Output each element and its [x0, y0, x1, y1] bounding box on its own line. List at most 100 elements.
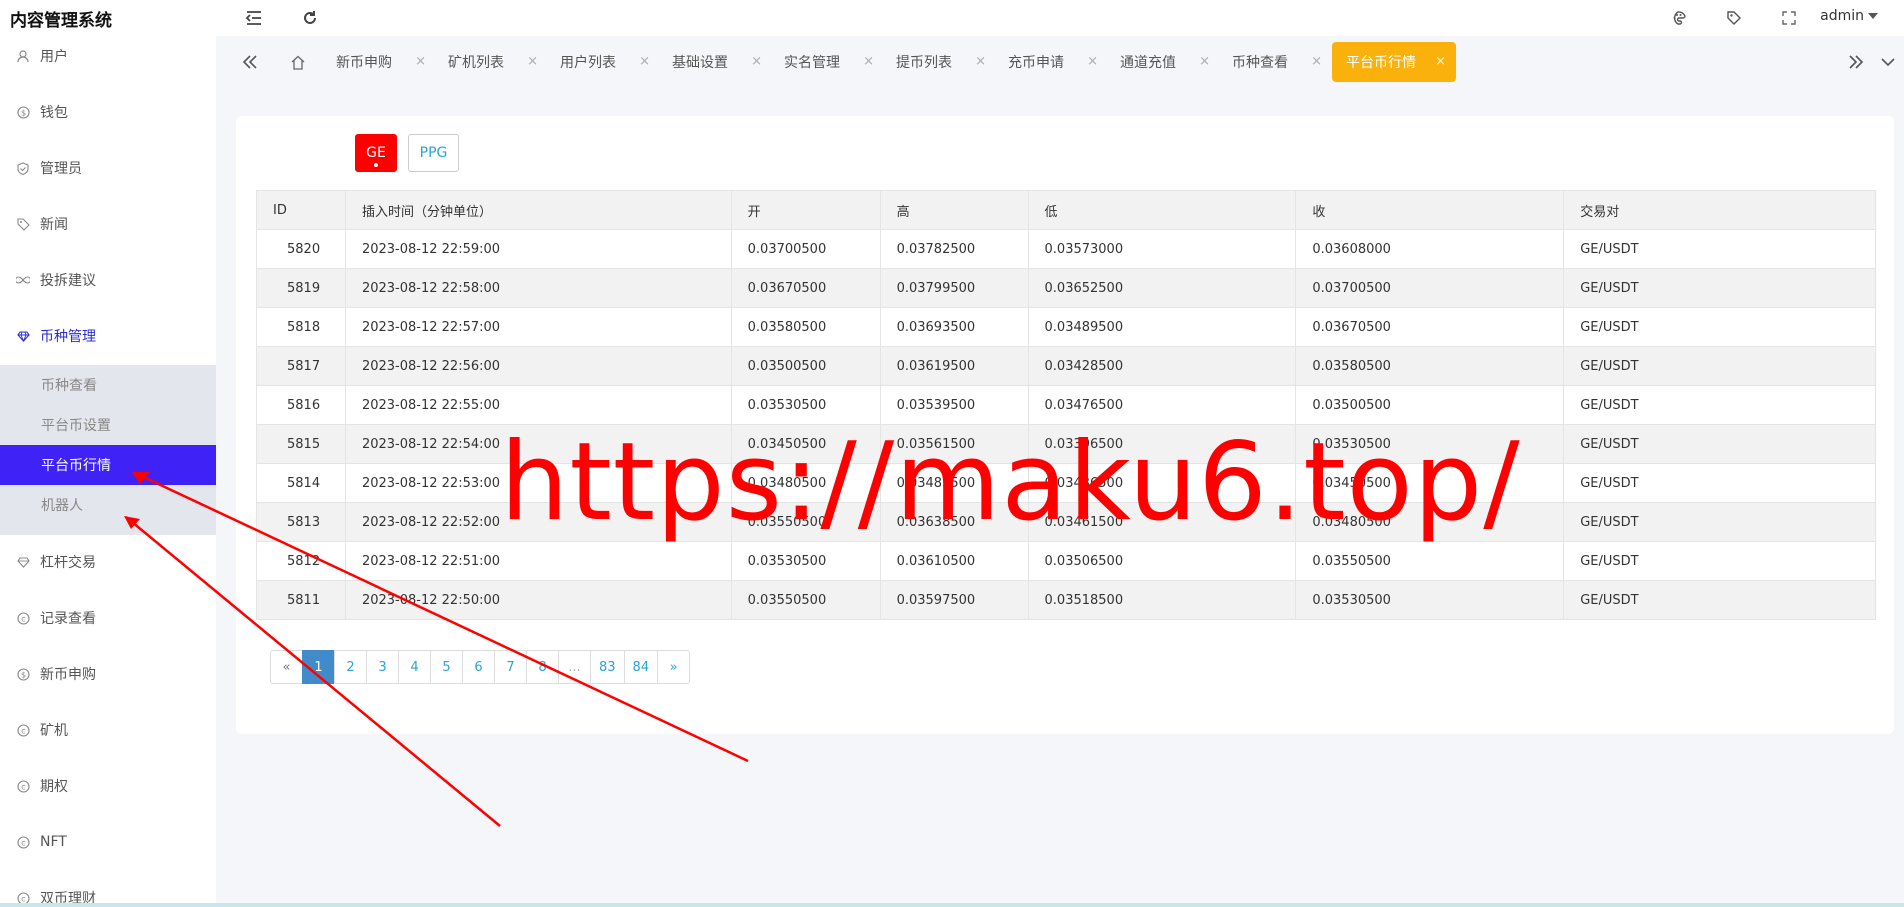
table-cell: 0.03539500	[879, 385, 1029, 425]
sidebar-subitem-label: 币种查看	[41, 378, 97, 394]
close-icon[interactable]: ×	[1311, 54, 1322, 69]
sidebar-subitem-platform-coin-market[interactable]: 平台币行情	[0, 445, 216, 485]
table-cell: 0.03530500	[730, 541, 881, 581]
page-next-button[interactable]: »	[657, 650, 691, 684]
sidebar-subitem-coin-view[interactable]: 币种查看	[0, 365, 216, 405]
table-cell: 2023-08-12 22:58:00	[344, 268, 732, 308]
table-cell: 0.03506500	[1027, 541, 1297, 581]
sidebar-item-options[interactable]: c 期权	[0, 766, 216, 806]
sidebar-item-label: 矿机	[40, 723, 68, 739]
sidebar-item-wallet[interactable]: $ 钱包	[0, 92, 216, 132]
close-icon[interactable]: ×	[1199, 54, 1210, 69]
sidebar-item-miner[interactable]: c 矿机	[0, 710, 216, 750]
page-button[interactable]: 83	[590, 650, 625, 684]
sidebar-item-label: 新币申购	[40, 667, 96, 683]
svg-text:$: $	[20, 108, 25, 117]
tabs-bar: 新币申购 × 矿机列表 × 用户列表 × 基础设置 × 实名管理 × 提币列表 × 充币申请…	[232, 40, 1904, 84]
sidebar-item-suggestion[interactable]: 投拆建议	[0, 260, 216, 300]
page-button[interactable]: 6	[462, 650, 495, 684]
diamond-icon	[16, 555, 30, 569]
sidebar-item-records[interactable]: c 记录查看	[0, 598, 216, 638]
tab-platform-coin-market[interactable]: 平台币行情 ×	[1332, 42, 1456, 82]
tab-coin-view[interactable]: 币种查看 ×	[1220, 42, 1332, 82]
page-button[interactable]: 2	[334, 650, 367, 684]
user-menu[interactable]: admin	[1820, 8, 1878, 24]
chevron-down-icon[interactable]	[1876, 50, 1900, 74]
page-button[interactable]: 1	[302, 650, 335, 684]
coin-management-submenu: 币种查看 平台币设置 平台币行情 机器人	[0, 365, 216, 535]
table-cell: GE/USDT	[1563, 541, 1876, 581]
tab-label: 币种查看	[1232, 55, 1288, 71]
page-button[interactable]: 7	[494, 650, 527, 684]
coin-tab-ppg[interactable]: PPG	[408, 134, 459, 172]
tab-new-coin[interactable]: 新币申购 ×	[324, 42, 436, 82]
page-button[interactable]: 5	[430, 650, 463, 684]
page-button[interactable]: 8	[526, 650, 559, 684]
table-cell: 0.03782500	[879, 229, 1029, 269]
table-cell: 0.03610500	[879, 541, 1029, 581]
app-title: 内容管理系统	[10, 11, 112, 31]
collapse-menu-icon[interactable]	[242, 6, 266, 30]
user-icon	[16, 49, 30, 63]
sidebar-subitem-platform-coin-settings[interactable]: 平台币设置	[0, 405, 216, 445]
tab-label: 通道充值	[1120, 55, 1176, 71]
close-icon[interactable]: ×	[1435, 54, 1446, 69]
table-cell: 2023-08-12 22:51:00	[344, 541, 732, 581]
page-button[interactable]: 3	[366, 650, 399, 684]
table-row: 5816 2023-08-12 22:55:00 0.03530500 0.03539…	[256, 385, 1876, 425]
tag-icon[interactable]	[1722, 6, 1746, 30]
username: admin	[1820, 8, 1864, 24]
table-cell: 0.03619500	[879, 346, 1029, 386]
close-icon[interactable]: ×	[751, 54, 762, 69]
sidebar-item-user[interactable]: 用户	[0, 36, 216, 76]
circle-icon: c	[16, 779, 30, 793]
close-icon[interactable]: ×	[1087, 54, 1098, 69]
close-icon[interactable]: ×	[639, 54, 650, 69]
page-ellipsis: ...	[558, 650, 591, 684]
refresh-icon[interactable]	[298, 6, 322, 30]
close-icon[interactable]: ×	[527, 54, 538, 69]
sidebar-item-nft[interactable]: c NFT	[0, 822, 216, 862]
page-button[interactable]: 84	[623, 650, 659, 684]
table-cell: 0.03550500	[730, 580, 881, 620]
svg-text:c: c	[21, 614, 25, 623]
page-prev-button[interactable]: «	[270, 650, 303, 684]
tabs-scroll-left-icon[interactable]	[238, 50, 262, 74]
tab-basic-settings[interactable]: 基础设置 ×	[660, 42, 772, 82]
table-row: 5819 2023-08-12 22:58:00 0.03670500 0.03799…	[256, 268, 1876, 308]
palette-icon[interactable]	[1666, 6, 1690, 30]
sidebar-item-new-coin[interactable]: $ 新币申购	[0, 654, 216, 694]
tabs-scroll-right-icon[interactable]	[1844, 50, 1868, 74]
fullscreen-icon[interactable]	[1777, 6, 1801, 30]
cell-id: 5817	[256, 346, 346, 386]
sidebar-item-news[interactable]: 新闻	[0, 204, 216, 244]
tab-kyc-management[interactable]: 实名管理 ×	[772, 42, 884, 82]
sidebar: 用户 $ 钱包 管理员 新闻 投拆建议 币种管理 币种查看 平台币设置 平台币行…	[0, 36, 216, 907]
sidebar-item-leverage[interactable]: 杠杆交易	[0, 542, 216, 582]
table-cell: 2023-08-12 22:57:00	[344, 307, 732, 347]
close-icon[interactable]: ×	[863, 54, 874, 69]
coin-tab-ge[interactable]: GE	[355, 134, 397, 172]
sidebar-item-label: 币种管理	[40, 329, 96, 345]
tag-icon	[16, 217, 30, 231]
svg-text:c: c	[21, 782, 25, 791]
table-cell: 0.03573000	[1027, 229, 1297, 269]
tab-miner-list[interactable]: 矿机列表 ×	[436, 42, 548, 82]
tab-deposit-request[interactable]: 充币申请 ×	[996, 42, 1108, 82]
top-bar: 内容管理系统 admin	[0, 0, 1904, 36]
close-icon[interactable]: ×	[415, 54, 426, 69]
sidebar-subitem-robot[interactable]: 机器人	[0, 485, 216, 525]
sidebar-item-admin[interactable]: 管理员	[0, 148, 216, 188]
table-cell: GE/USDT	[1563, 424, 1876, 464]
table-cell: GE/USDT	[1563, 307, 1876, 347]
table-cell: 0.03550500	[1295, 541, 1565, 581]
tab-user-list[interactable]: 用户列表 ×	[548, 42, 660, 82]
sidebar-subitem-label: 机器人	[41, 498, 83, 514]
table-cell: GE/USDT	[1563, 463, 1876, 503]
close-icon[interactable]: ×	[975, 54, 986, 69]
tab-channel-recharge[interactable]: 通道充值 ×	[1108, 42, 1220, 82]
page-button[interactable]: 4	[398, 650, 431, 684]
tab-withdraw-list[interactable]: 提币列表 ×	[884, 42, 996, 82]
home-icon[interactable]	[286, 50, 310, 74]
sidebar-item-coin-management[interactable]: 币种管理	[0, 316, 216, 356]
